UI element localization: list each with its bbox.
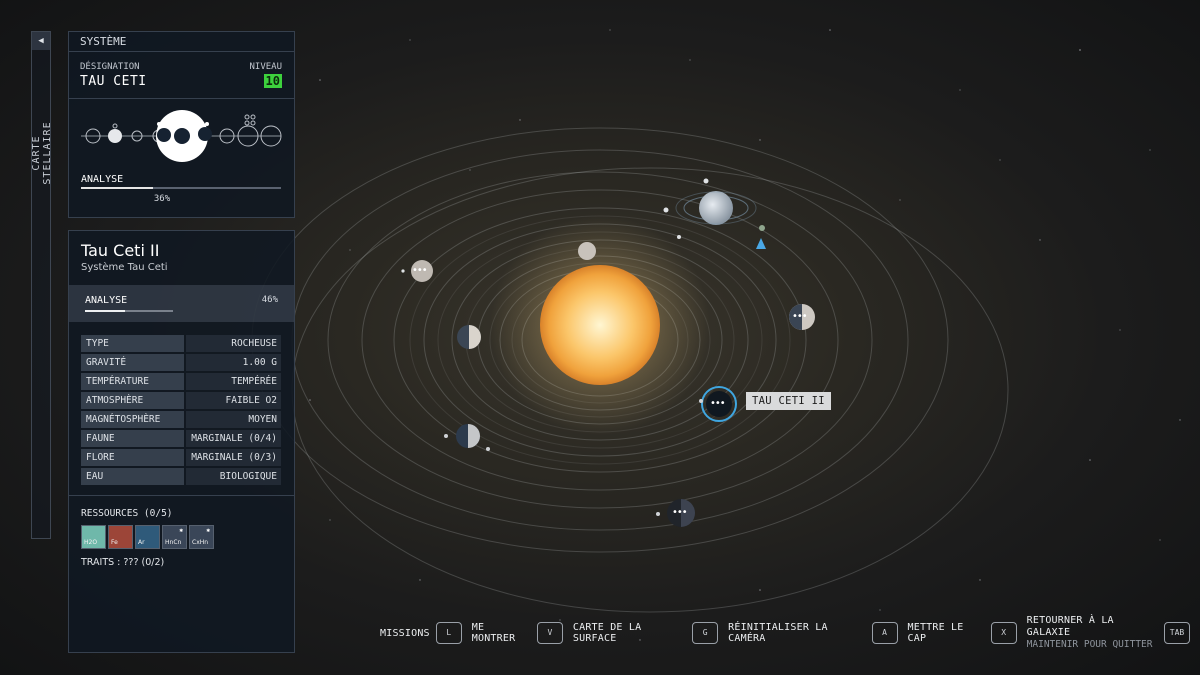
system-analysis-percent: 36% [153, 194, 171, 204]
attribute-key: GRAVITÉ [81, 354, 184, 371]
traits-label: TRAITS : ??? (0/2) [81, 557, 165, 568]
system-panel: SYSTÈME DÉSIGNATION TAU CETI NIVEAU 10 A… [68, 31, 295, 218]
hint-sublabel: MAINTENIR POUR QUITTER [1026, 639, 1153, 650]
attribute-key: EAU [81, 468, 184, 485]
hint-label: ME MONTRER [471, 622, 516, 644]
key-badge[interactable]: A [871, 622, 898, 644]
resource-swatch[interactable]: H2O [81, 525, 106, 549]
player-ship-icon [756, 238, 766, 249]
resource-code: H2O [84, 539, 98, 546]
hint-a[interactable]: RÉINITIALISER LA CAMÉRA A [728, 622, 898, 644]
attribute-row: EAU BIOLOGIQUE [81, 468, 281, 485]
level-badge: 10 [263, 74, 282, 88]
resource-code: Ar [138, 539, 145, 546]
hint-l[interactable]: MISSIONS L [380, 622, 462, 644]
planet-scan-label: ANALYSE [85, 295, 128, 306]
planet-inner [578, 242, 596, 260]
resource-swatch[interactable]: Fe [108, 525, 133, 549]
attribute-value: 1.00 G [186, 354, 281, 371]
resource-swatch[interactable]: CxHn ✱ [189, 525, 214, 549]
resource-code: CxHn [192, 539, 209, 546]
star-tau-ceti [540, 265, 660, 385]
hint-label: METTRE LE CAP [907, 622, 964, 644]
hint-return-galaxy[interactable]: RETOURNER À LA GALAXIE MAINTENIR POUR QUI… [1027, 615, 1190, 651]
resource-code: HnCn [165, 539, 182, 546]
attribute-value: ROCHEUSE [186, 335, 281, 352]
attribute-row: FAUNE MARGINALE (0/4) [81, 430, 281, 447]
attribute-value: TEMPÉRÉE [186, 373, 281, 390]
system-analysis-label: ANALYSE [81, 174, 124, 185]
hint-g[interactable]: CARTE DE LA SURFACE G [572, 622, 719, 644]
attribute-row: GRAVITÉ 1.00 G [81, 354, 281, 371]
attribute-value: FAIBLE O2 [186, 392, 281, 409]
attribute-value: MARGINALE (0/3) [186, 449, 281, 466]
attribute-row: MAGNÉTOSPHÈRE MOYEN [81, 411, 281, 428]
hint-label: RÉINITIALISER LA CAMÉRA [728, 622, 828, 644]
attribute-key: TEMPÉRATURE [81, 373, 184, 390]
resources-label: RESSOURCES (0/5) [81, 508, 173, 519]
star-map-label: CARTE STELLAIRE [31, 121, 53, 185]
key-badge[interactable]: TAB [1164, 622, 1190, 644]
planet-marker[interactable]: ••• [672, 507, 688, 518]
planet-tooltip: TAU CETI II [746, 392, 831, 410]
hint-label: MISSIONS [380, 627, 430, 639]
planet-system: Système Tau Ceti [81, 262, 168, 273]
attribute-key: MAGNÉTOSPHÈRE [81, 411, 184, 428]
planet-scan-bar [85, 310, 173, 312]
designation-value: TAU CETI [80, 74, 147, 89]
key-badge[interactable]: L [435, 622, 462, 644]
hint-v[interactable]: ME MONTRER V [472, 622, 563, 644]
attribute-value: MOYEN [186, 411, 281, 428]
collapse-icon[interactable]: ◀ [32, 32, 50, 50]
resources-list: H2O Fe Ar HnCn ✱ CxHn ✱ [81, 525, 214, 549]
system-analysis-bar [81, 187, 281, 189]
star-map-tab[interactable]: ◀ CARTE STELLAIRE [31, 31, 53, 539]
planet-name: Tau Ceti II [81, 241, 160, 260]
planet-scan-percent: 46% [261, 295, 278, 305]
control-hints: MISSIONS L ME MONTRER V CARTE DE LA SURFACE G… [380, 615, 1200, 650]
hint-x[interactable]: METTRE LE CAP X [908, 622, 1017, 644]
attribute-row: TEMPÉRATURE TEMPÉRÉE [81, 373, 281, 390]
attribute-value: BIOLOGIQUE [186, 468, 281, 485]
attribute-key: FLORE [81, 449, 184, 466]
planet-marker[interactable]: ••• [710, 398, 726, 409]
planet-marker[interactable]: ••• [792, 311, 808, 322]
attribute-key: TYPE [81, 335, 184, 352]
planet-panel: Tau Ceti II Système Tau Ceti ANALYSE 46%… [68, 230, 295, 653]
hint-label: CARTE DE LA SURFACE [572, 622, 642, 644]
planet-gas-giant [699, 191, 733, 225]
attribute-key: ATMOSPHÈRE [81, 392, 184, 409]
resource-code: Fe [111, 539, 118, 546]
attribute-row: ATMOSPHÈRE FAIBLE O2 [81, 392, 281, 409]
designation-label: DÉSIGNATION [80, 62, 140, 72]
resource-swatch[interactable]: Ar [135, 525, 160, 549]
resource-swatch[interactable]: HnCn ✱ [162, 525, 187, 549]
attribute-row: FLORE MARGINALE (0/3) [81, 449, 281, 466]
planet-scan-section: ANALYSE 46% [69, 285, 294, 322]
key-badge[interactable]: V [536, 622, 563, 644]
attribute-row: TYPE ROCHEUSE [81, 335, 281, 352]
level-label: NIVEAU [249, 62, 282, 72]
system-overview-strip[interactable] [69, 104, 294, 170]
key-badge[interactable]: G [692, 622, 719, 644]
attribute-value: MARGINALE (0/4) [186, 430, 281, 447]
star-icon: ✱ [179, 527, 183, 534]
planet-marker[interactable]: ••• [412, 265, 428, 276]
system-header: SYSTÈME [69, 32, 294, 52]
hint-label: RETOURNER À LA GALAXIE [1026, 615, 1114, 638]
key-badge[interactable]: X [990, 622, 1017, 644]
attribute-key: FAUNE [81, 430, 184, 447]
star-icon: ✱ [206, 527, 210, 534]
planet-attributes: TYPE ROCHEUSE GRAVITÉ 1.00 G TEMPÉRATURE TEMP… [81, 335, 281, 487]
